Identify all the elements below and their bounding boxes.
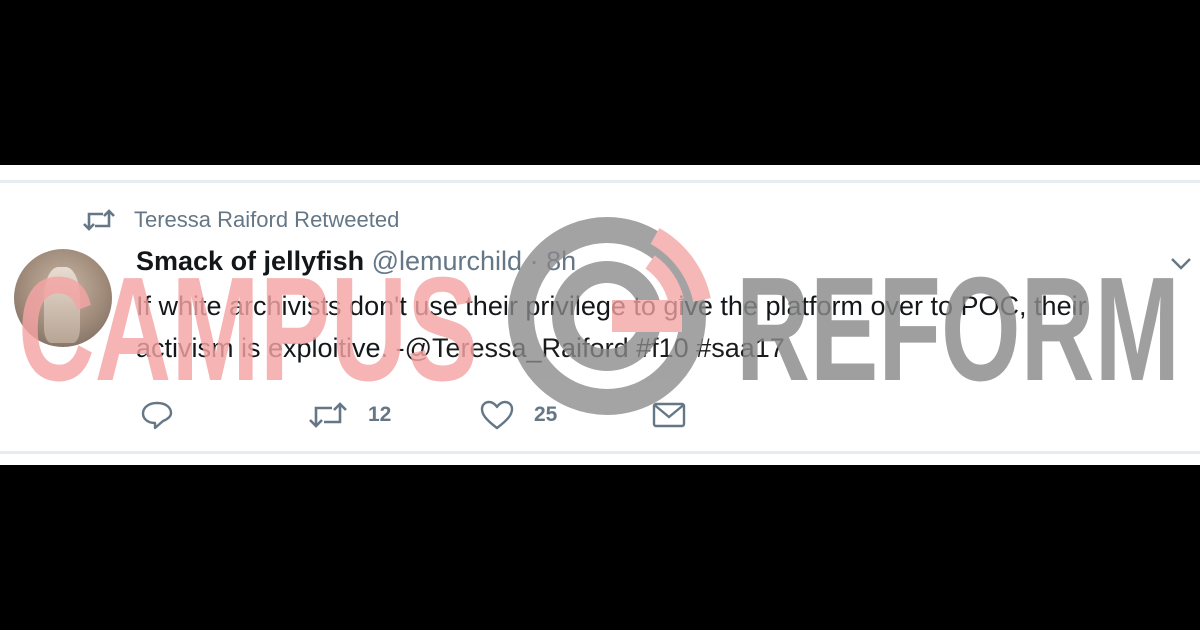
mention-link[interactable]: @Teressa_Raiford [405,333,629,363]
header-separator: · [529,246,539,276]
hashtag-link-f10[interactable]: #f10 [636,333,689,363]
divider-bottom [0,451,1200,454]
tweet-timestamp[interactable]: 8h [546,246,576,276]
heart-icon [480,400,514,430]
display-name[interactable]: Smack of jellyfish [136,246,364,276]
hashtag-link-saa17[interactable]: #saa17 [696,333,785,363]
envelope-icon [652,402,686,428]
retweet-icon [83,209,115,231]
retweet-context[interactable]: Teressa Raiford Retweeted [82,205,399,235]
divider-top [0,180,1200,183]
tweet-header: Smack of jellyfish @lemurchild · 8h [136,245,576,277]
like-count: 25 [534,403,558,426]
reply-button[interactable] [140,400,308,430]
avatar-image [44,267,80,343]
reply-icon [141,401,173,430]
retweet-button[interactable]: 12 [308,400,480,430]
chevron-down-icon[interactable] [1170,257,1192,271]
tweet-text: If white archivists don't use their priv… [136,285,1186,369]
direct-message-button[interactable] [652,401,686,429]
retweet-count: 12 [368,403,392,426]
retweet-context-label: Teressa Raiford Retweeted [134,207,400,232]
tweet-card: Teressa Raiford Retweeted Smack of jelly… [0,165,1200,465]
image-frame: Teressa Raiford Retweeted Smack of jelly… [0,0,1200,630]
retweet-icon [309,402,347,428]
screen-name[interactable]: @lemurchild [372,246,522,276]
tweet-actions: 12 25 [140,395,686,435]
like-button[interactable]: 25 [480,400,652,430]
avatar[interactable] [14,249,112,347]
